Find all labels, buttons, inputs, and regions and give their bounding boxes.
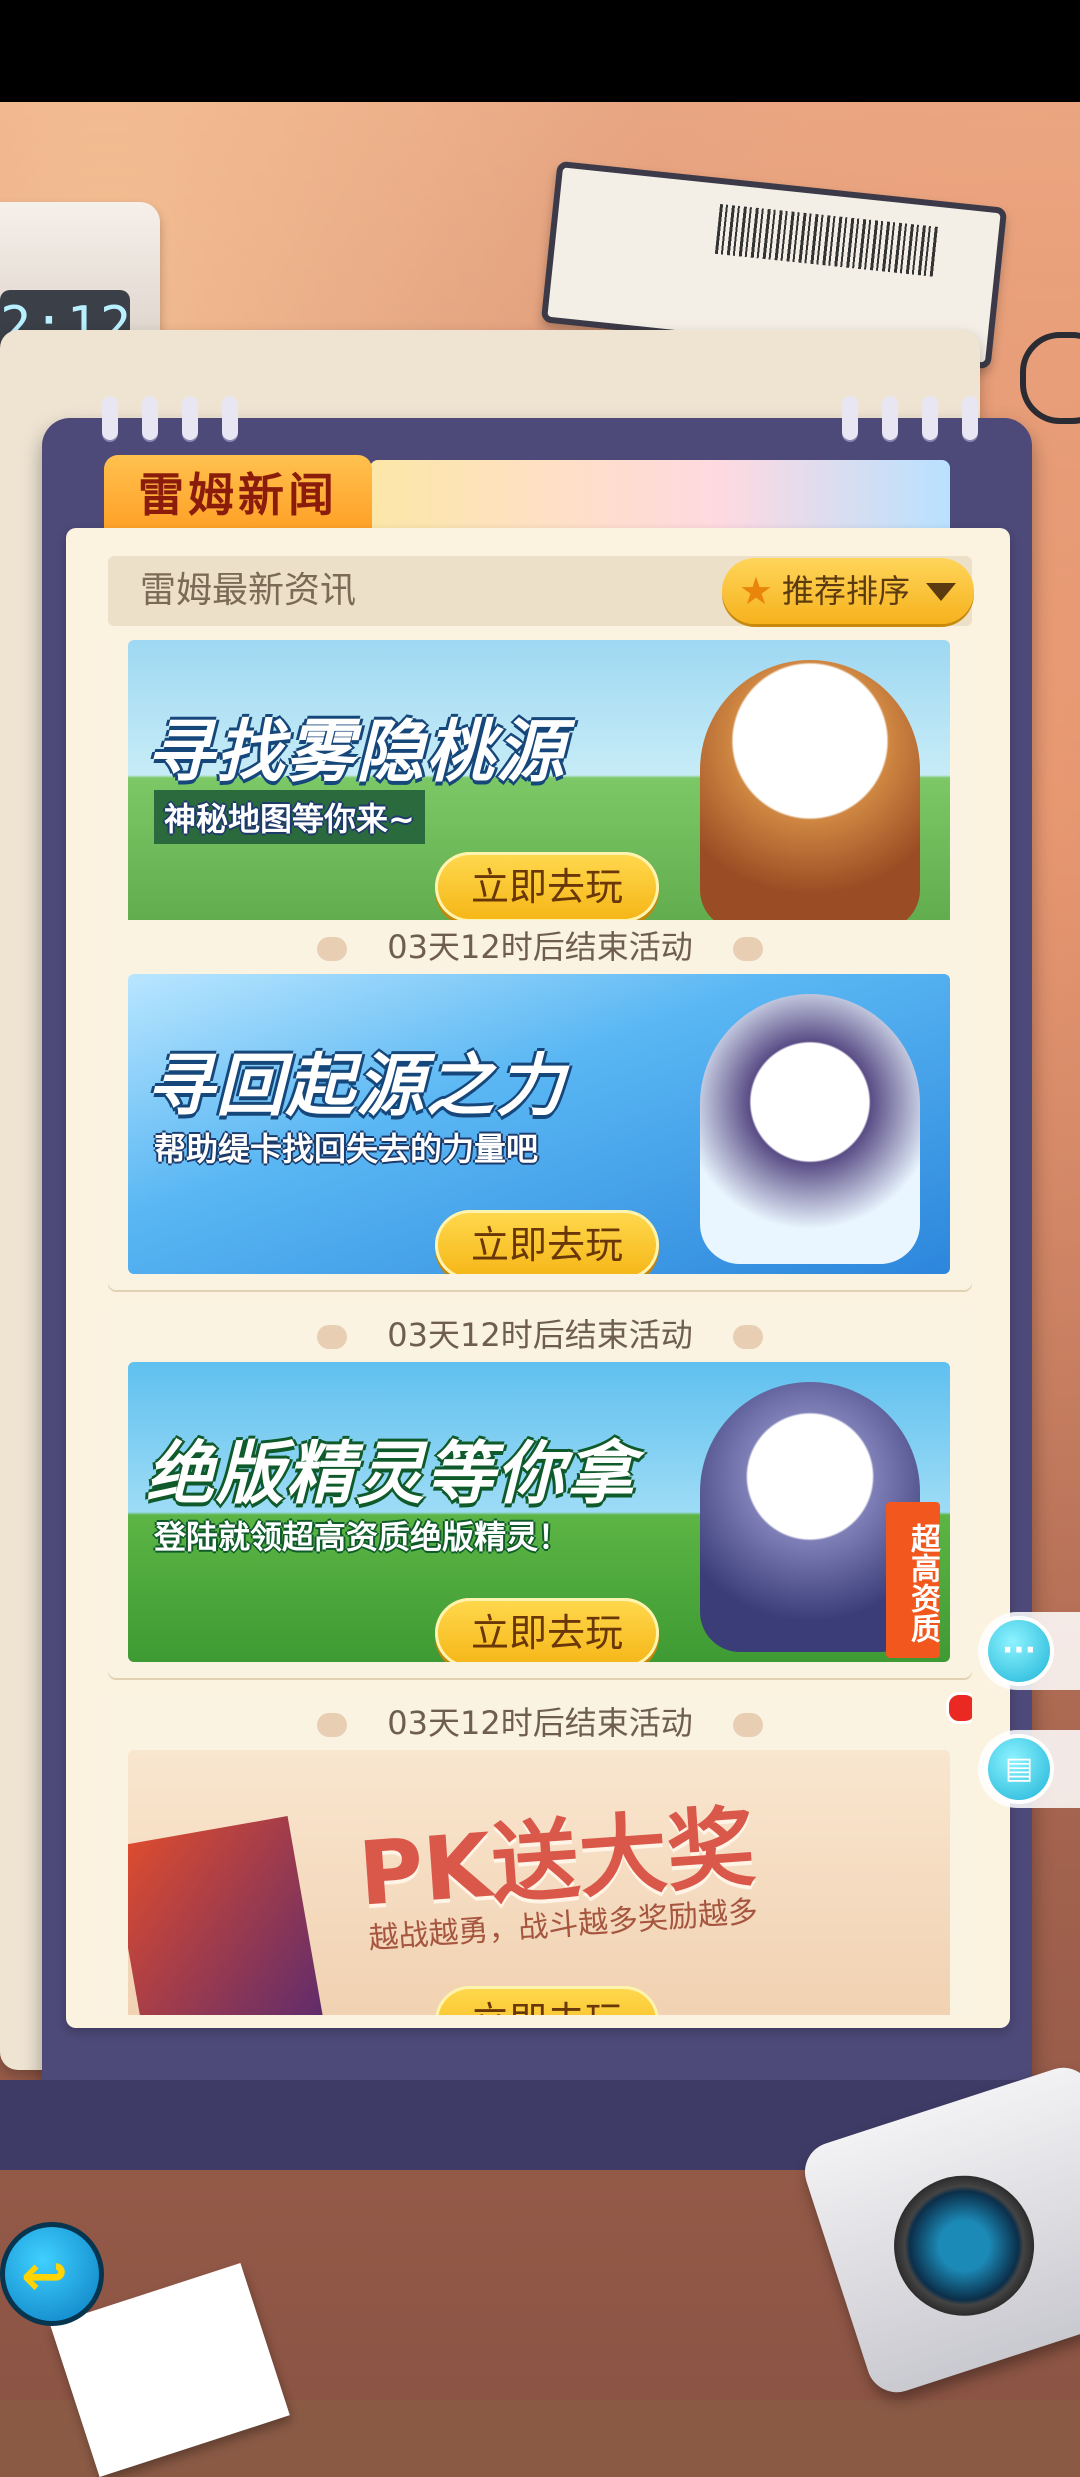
play-now-button[interactable]: 立即去玩 (435, 1210, 659, 1274)
event-banner[interactable]: PK送大奖 越战越勇，战斗越多奖励越多 立即去玩 (128, 1750, 950, 2015)
countdown-text: 03天12时后结束活动 (108, 1696, 972, 1750)
paw-icon (317, 1713, 348, 1737)
binder-ring-icon (182, 396, 198, 440)
countdown-text: 03天12时后结束活动 (108, 920, 972, 974)
paw-icon (317, 937, 348, 961)
hero-art (128, 1816, 326, 2015)
barcode-icon (714, 204, 939, 277)
banner-subtitle: 帮助缇卡找回失去的力量吧 (154, 1130, 539, 1168)
binder-ring-icon (142, 396, 158, 440)
chat-bubble-icon: ··· (984, 1616, 1054, 1686)
star-icon: ★ (738, 569, 774, 613)
binder-ring-icon (102, 396, 118, 440)
sort-dropdown-button[interactable]: ★ 推荐排序 (722, 558, 974, 624)
news-card: 寻找雾隐桃源 神秘地图等你来~ 立即去玩 (108, 640, 972, 956)
banner-title: 绝版精灵等你拿 (146, 1435, 637, 1514)
camera-lens-icon (875, 2157, 1053, 2334)
mascot-character (700, 660, 920, 930)
paw-icon (732, 1325, 763, 1349)
quality-tag: 超高资质 (886, 1502, 940, 1658)
news-card: 03天12时后结束活动 超高资质 绝版精灵等你拿 登陆就领超高资质绝版精灵！ 立… (108, 1308, 972, 1678)
play-now-button[interactable]: 立即去玩 (435, 1986, 659, 2015)
banner-title: 寻找雾隐桃源 (146, 713, 567, 792)
chat-side-button[interactable]: ··· (978, 1612, 1080, 1690)
play-now-button[interactable]: 立即去玩 (435, 1598, 659, 1662)
paw-icon (317, 1325, 348, 1349)
chevron-down-icon (926, 583, 956, 601)
binder-ring-icon (922, 396, 938, 440)
book-icon: ▤ (984, 1734, 1054, 1804)
paw-icon (732, 937, 763, 961)
banner-subtitle: 神秘地图等你来~ (154, 790, 425, 844)
status-bar (0, 0, 1080, 102)
news-card: 03天12时后结束活动 寻回起源之力 帮助缇卡找回失去的力量吧 立即去玩 (108, 920, 972, 1290)
binder-ring-icon (842, 396, 858, 440)
glasses-decoration (1020, 332, 1080, 424)
section-title: 雷姆最新资讯 (140, 570, 357, 611)
news-tab-title: 雷姆新闻 (104, 455, 372, 535)
sort-label: 推荐排序 (782, 572, 911, 610)
event-banner[interactable]: 寻找雾隐桃源 神秘地图等你来~ 立即去玩 (128, 640, 950, 940)
binder-ring-icon (962, 396, 978, 440)
news-list[interactable]: 寻找雾隐桃源 神秘地图等你来~ 立即去玩 03天12时后结束活动 寻回起源之力 … (108, 640, 972, 2015)
binder-ring-icon (882, 396, 898, 440)
countdown-text: 03天12时后结束活动 (108, 1308, 972, 1362)
banner-subtitle: 登陆就领超高资质绝版精灵！ (154, 1518, 571, 1556)
mascot-character (700, 994, 920, 1264)
play-now-button[interactable]: 立即去玩 (435, 852, 659, 922)
binder-ring-icon (222, 396, 238, 440)
back-arrow-icon: ↩ (21, 2244, 68, 2309)
event-banner[interactable]: 超高资质 绝版精灵等你拿 登陆就领超高资质绝版精灵！ 立即去玩 (128, 1362, 950, 1662)
news-card: 03天12时后结束活动 PK送大奖 越战越勇，战斗越多奖励越多 立即去玩 (108, 1692, 972, 2015)
event-banner[interactable]: 寻回起源之力 帮助缇卡找回失去的力量吧 立即去玩 (128, 974, 950, 1274)
paw-icon (732, 1713, 763, 1737)
back-button[interactable]: ↩ (0, 2222, 104, 2326)
book-side-button[interactable]: ▤ (978, 1730, 1080, 1808)
banner-title: 寻回起源之力 (146, 1047, 567, 1126)
